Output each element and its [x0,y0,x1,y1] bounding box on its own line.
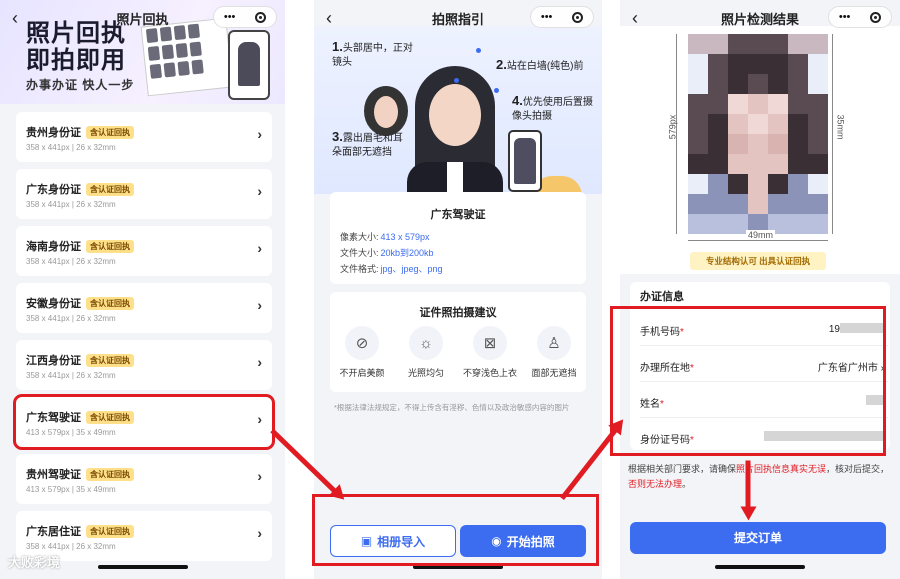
tip-3: 3.露出眉毛和耳朵面部无遮挡 [332,129,403,159]
chevron-right-icon: › [257,183,262,199]
close-capsule-icon[interactable] [870,11,882,23]
person-icon: ♙ [537,326,571,360]
doc-type-item[interactable]: 海南身份证 含认证回执 358 x 441px | 26 x 32mm › [16,226,272,276]
doc-type-spec: 358 x 441px | 26 x 32mm [26,257,116,266]
pixel-row: 像素大小: 413 x 579px [340,232,430,242]
spec-heading: 广东驾驶证 [430,209,486,221]
mini-program-capsule[interactable]: ••• [213,6,277,28]
phone-illustration [508,130,542,192]
advice-heading: 证件照拍摄建议 [419,307,497,319]
home-indicator [97,565,188,569]
receipt-tag: 含认证回执 [86,411,134,424]
submit-order-button[interactable]: 提交订单 [630,522,886,554]
guide-illustration: 1.头部居中，正对镜头 2.站在白墙(纯色)前 3.露出眉毛和耳朵面部无遮挡 4… [314,26,602,216]
submit-hint: 根据相关部门要求，请确保照片回执信息真实无误，核对后提交，否则无法办理。 [628,464,890,489]
doc-type-name: 广东居住证 含认证回执 [26,523,134,539]
guide-dot [454,78,459,83]
doc-type-item[interactable]: 安徽身份证 含认证回执 358 x 441px | 26 x 32mm › [16,283,272,333]
document-type-list: 贵州身份证 含认证回执 358 x 441px | 26 x 32mm › 广东身份证含… [13,112,275,568]
banner-line2: 即拍即用 [26,47,126,74]
doc-type-name: 贵州驾驶证 含认证回执 [26,466,134,482]
doc-type-name: 广东驾驶证 含认证回执 [26,409,134,425]
arrow-3 [745,460,751,511]
mini-program-capsule[interactable]: ••• [828,6,892,28]
advice-item: ☼ 光照均匀 [394,326,458,379]
chevron-right-icon: › [257,411,262,427]
tip-2: 2.站在白墙(纯色)前 [496,57,584,73]
doc-type-name: 广东身份证 含认证回执 [26,181,134,197]
chevron-right-icon: › [257,354,262,370]
home-indicator [715,565,805,569]
receipt-tag: 含认证回执 [86,354,134,367]
certification-badge: 专业结构认可 出具认证回执 [690,252,826,270]
format-row: 文件格式: jpg、jpeg、png [340,264,443,274]
doc-type-spec: 358 x 441px | 26 x 32mm [26,314,116,323]
content-notice: *根据法律法规规定，不得上传含有淫秽、色情以及政治敏感内容的图片 [334,403,570,412]
doc-type-item[interactable]: 贵州身份证 含认证回执 358 x 441px | 26 x 32mm › [16,112,272,162]
height-px-label: 579px [667,114,678,140]
more-icon[interactable]: ••• [224,11,236,23]
advice-item: ⊘ 不开启美颜 [330,326,394,379]
phone-illustration [228,30,270,100]
pixelated-photo [688,34,828,234]
banner-subtitle: 办事办证 快人一步 [26,78,135,92]
filesize-row: 文件大小: 20kb到200kb [340,248,434,258]
light-icon: ☼ [409,326,443,360]
guide-dot [494,88,499,93]
highlight-box-buttons [312,494,599,566]
doc-type-spec: 413 x 579px | 35 x 49mm [26,428,116,437]
doc-type-name: 安徽身份证 含认证回执 [26,295,134,311]
doc-type-item[interactable]: 贵州驾驶证 含认证回执 413 x 579px | 35 x 49mm › [16,454,272,504]
chevron-right-icon: › [257,525,262,541]
highlight-box-form [610,306,886,456]
guide-dot [476,48,481,53]
receipt-list-screen: 照片回执 即拍即用 办事办证 快人一步 ‹ 照片回执 ••• 贵州身份证 含认证回… [0,0,285,579]
advice-item: ⊠ 不穿浅色上衣 [458,326,522,379]
chevron-right-icon: › [257,468,262,484]
doc-type-item[interactable]: 江西身份证 含认证回执 358 x 441px | 26 x 32mm › [16,340,272,390]
tip-4: 4.优先使用后置摄像头拍摄 [512,93,593,123]
doc-type-name: 江西身份证 含认证回执 [26,352,134,368]
doc-type-spec: 358 x 441px | 26 x 32mm [26,143,116,152]
height-dim-line-right [832,34,833,234]
mini-program-capsule[interactable]: ••• [530,6,594,28]
receipt-tag: 含认证回执 [86,126,134,139]
close-capsule-icon[interactable] [572,11,584,23]
chevron-right-icon: › [257,126,262,142]
receipt-tag: 含认证回执 [86,297,134,310]
receipt-tag: 含认证回执 [86,468,134,481]
chevron-right-icon: › [257,297,262,313]
doc-type-name: 贵州身份证 含认证回执 [26,124,134,140]
width-dim-line [688,240,828,241]
doc-type-name: 海南身份证 含认证回执 [26,238,134,254]
office-heading: 办证信息 [640,291,684,303]
more-icon[interactable]: ••• [839,11,851,23]
photo-preview: 579px 35mm 49mm 专业结构认可 出具认证回执 [620,26,900,274]
height-mm-label: 35mm [835,114,846,140]
width-mm-label: 49mm [746,230,776,240]
advice-item: ♙ 面部无遮挡 [522,326,586,379]
doc-type-spec: 358 x 441px | 26 x 32mm [26,371,116,380]
doc-type-item[interactable]: 广东驾驶证 含认证回执 413 x 579px | 35 x 49mm › [13,394,275,450]
model-illustration [407,66,503,194]
receipt-tag: 含认证回执 [86,240,134,253]
doc-type-spec: 358 x 441px | 26 x 32mm [26,542,116,551]
chevron-right-icon: › [257,240,262,256]
receipt-tag: 含认证回执 [86,525,134,538]
watermark: 大败彩境 [8,555,61,570]
more-icon[interactable]: ••• [541,11,553,23]
photo-guide-screen: 1.头部居中，正对镜头 2.站在白墙(纯色)前 3.露出眉毛和耳朵面部无遮挡 4… [314,0,602,579]
advice-card: 证件照拍摄建议 ⊘ 不开启美颜 ☼ 光照均匀 ⊠ 不穿浅色上衣 ♙ 面部无遮挡 [330,292,586,392]
detection-result-screen: 579px 35mm 49mm 专业结构认可 出具认证回执 ‹ 照片检测结果 •… [620,0,900,579]
doc-type-spec: 413 x 579px | 35 x 49mm [26,485,116,494]
receipt-tag: 含认证回执 [86,183,134,196]
shirt-icon: ⊠ [473,326,507,360]
tip-1: 1.头部居中，正对镜头 [332,39,413,69]
spec-card: 广东驾驶证 像素大小: 413 x 579px 文件大小: 20kb到200kb 文… [330,192,586,284]
close-capsule-icon[interactable] [255,11,267,23]
doc-type-spec: 358 x 441px | 26 x 32mm [26,200,116,209]
no-beauty-icon: ⊘ [345,326,379,360]
head-centered-illustration [364,86,408,136]
doc-type-item[interactable]: 广东身份证 含认证回执 358 x 441px | 26 x 32mm › [16,169,272,219]
